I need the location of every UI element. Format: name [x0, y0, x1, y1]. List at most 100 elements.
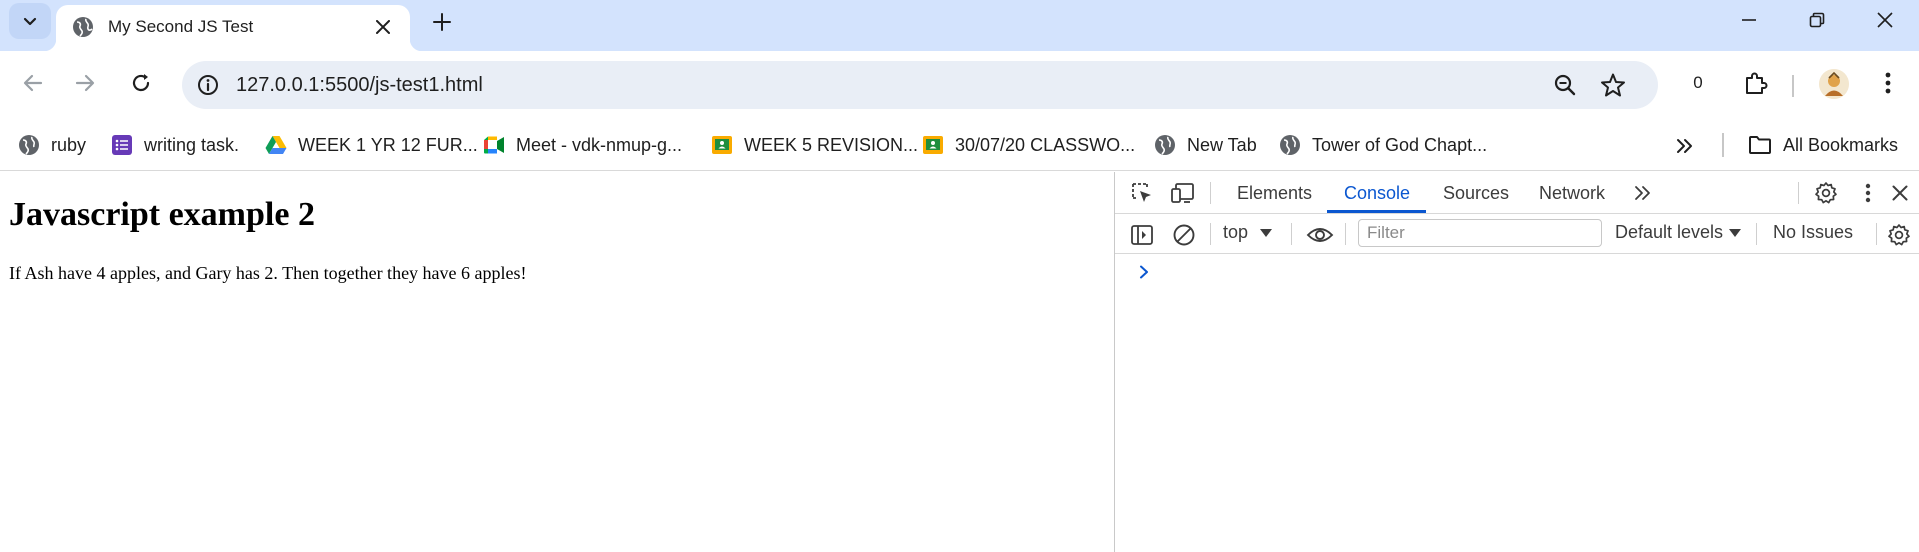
clear-console-button[interactable] — [1171, 222, 1197, 248]
device-toggle-icon — [1171, 183, 1194, 203]
console-settings-button[interactable] — [1886, 222, 1912, 248]
minimize-button[interactable] — [1715, 0, 1783, 40]
context-selector[interactable]: top — [1223, 222, 1273, 243]
minimize-icon — [1742, 19, 1756, 21]
page-paragraph: If Ash have 4 apples, and Gary has 2. Th… — [9, 263, 527, 283]
chevron-down-icon — [23, 17, 37, 26]
console-divider — [1291, 223, 1292, 245]
window-close-button[interactable] — [1851, 0, 1919, 40]
bookmark-label: WEEK 1 YR 12 FUR... — [298, 134, 478, 155]
url-text[interactable]: 127.0.0.1:5500/js-test1.html — [236, 74, 483, 97]
globe-icon — [73, 17, 93, 37]
tab-sources[interactable]: Sources — [1443, 183, 1509, 204]
active-tab-indicator — [1327, 210, 1426, 213]
new-tab-button[interactable] — [424, 4, 460, 40]
devtools-menu-button[interactable] — [1855, 180, 1881, 206]
bookmark-item[interactable]: New Tab — [1154, 130, 1257, 160]
bookmark-item[interactable]: WEEK 1 YR 12 FUR... — [265, 130, 478, 160]
globe-icon — [18, 134, 40, 156]
zoom-button[interactable] — [1552, 72, 1578, 98]
tab-title: My Second JS Test — [108, 17, 254, 36]
console-toolbar: top Default levels No Issues — [1115, 214, 1919, 254]
tab-network[interactable]: Network — [1539, 183, 1605, 204]
page-heading: Javascript example 2 — [9, 196, 315, 233]
bookmarks-overflow-button[interactable] — [1670, 132, 1700, 160]
extension-badge[interactable]: 0 — [1688, 65, 1708, 101]
devtools-divider — [1798, 182, 1799, 204]
tab-active[interactable]: My Second JS Test — [44, 5, 422, 51]
toolbar-divider — [1792, 75, 1794, 97]
globe-icon — [1154, 134, 1176, 156]
tab-close-button[interactable] — [370, 14, 396, 40]
reload-button[interactable] — [123, 65, 159, 101]
restore-button[interactable] — [1783, 0, 1851, 40]
close-icon — [1877, 12, 1893, 28]
bookmark-item[interactable]: Meet - vdk-nmup-g... — [483, 130, 682, 160]
browser-toolbar: 127.0.0.1:5500/js-test1.html 0 — [0, 51, 1919, 119]
console-filter-input[interactable] — [1358, 219, 1602, 247]
chrome-menu-button[interactable] — [1870, 65, 1906, 101]
sidebar-icon — [1131, 225, 1153, 245]
bookmark-star-button[interactable] — [1600, 72, 1626, 98]
devtools-divider — [1210, 182, 1211, 204]
zoom-out-icon — [1554, 74, 1576, 96]
eye-icon — [1306, 228, 1334, 242]
google-forms-icon — [111, 134, 133, 156]
select-element-icon — [1132, 183, 1151, 202]
arrow-right-icon — [75, 74, 95, 92]
bookmark-item[interactable]: ruby — [18, 130, 86, 160]
plus-icon — [433, 13, 451, 31]
devtools-close-button[interactable] — [1887, 180, 1913, 206]
profile-avatar[interactable] — [1819, 69, 1849, 99]
tab-search-button[interactable] — [9, 3, 51, 39]
restore-icon — [1809, 12, 1825, 28]
all-bookmarks-label: All Bookmarks — [1783, 134, 1899, 155]
bookmark-item[interactable]: writing task. — [111, 130, 239, 160]
caret-down-icon — [1729, 228, 1742, 237]
console-prompt[interactable] — [1135, 263, 1153, 281]
forward-button[interactable] — [67, 65, 103, 101]
log-levels-dropdown[interactable]: Default levels — [1615, 222, 1742, 243]
double-chevron-right-icon — [1677, 139, 1692, 153]
bookmark-item[interactable]: Tower of God Chapt... — [1279, 130, 1487, 160]
show-sidebar-button[interactable] — [1129, 222, 1155, 248]
back-button[interactable] — [15, 65, 51, 101]
bookmark-item[interactable]: WEEK 5 REVISION... — [711, 130, 918, 160]
avatar-icon — [1819, 69, 1849, 99]
all-bookmarks-button[interactable]: All Bookmarks — [1748, 130, 1898, 160]
context-label: top — [1223, 222, 1249, 242]
bookmark-item[interactable]: 30/07/20 CLASSWO... — [922, 130, 1135, 160]
page-viewport: Javascript example 2 If Ash have 4 apple… — [0, 172, 1114, 552]
clear-icon — [1173, 224, 1195, 246]
inspect-element-button[interactable] — [1129, 180, 1155, 206]
issues-counter[interactable]: No Issues — [1773, 222, 1853, 243]
device-toolbar-button[interactable] — [1170, 180, 1196, 206]
more-vert-icon — [1865, 183, 1871, 203]
chevron-right-icon — [1140, 265, 1148, 279]
tab-console[interactable]: Console — [1344, 183, 1410, 204]
devtools-settings-button[interactable] — [1813, 180, 1839, 206]
devtools-panel: Elements Console Sources Network top Fil… — [1114, 172, 1919, 552]
devtools-tab-bar: Elements Console Sources Network — [1115, 172, 1919, 214]
more-tabs-button[interactable] — [1630, 180, 1656, 206]
extensions-button[interactable] — [1738, 65, 1774, 101]
close-icon — [1892, 185, 1908, 201]
tab-elements[interactable]: Elements — [1237, 183, 1312, 204]
live-expression-button[interactable] — [1305, 222, 1335, 248]
info-icon[interactable] — [196, 73, 220, 97]
extension-count: 0 — [1693, 73, 1703, 92]
google-classroom-icon — [711, 134, 733, 156]
address-bar[interactable]: 127.0.0.1:5500/js-test1.html — [182, 61, 1658, 109]
bookmark-label: 30/07/20 CLASSWO... — [955, 134, 1136, 155]
console-divider — [1210, 223, 1211, 245]
console-divider — [1876, 223, 1877, 245]
star-icon — [1601, 73, 1625, 97]
log-levels-label: Default levels — [1615, 222, 1724, 242]
double-chevron-right-icon — [1635, 186, 1650, 200]
bookmark-label: writing task. — [144, 134, 240, 155]
arrow-left-icon — [23, 74, 43, 92]
gear-icon — [1815, 182, 1837, 204]
google-classroom-icon — [922, 134, 944, 156]
bookmark-label: ruby — [51, 134, 87, 155]
bookmark-label: WEEK 5 REVISION... — [744, 134, 919, 155]
